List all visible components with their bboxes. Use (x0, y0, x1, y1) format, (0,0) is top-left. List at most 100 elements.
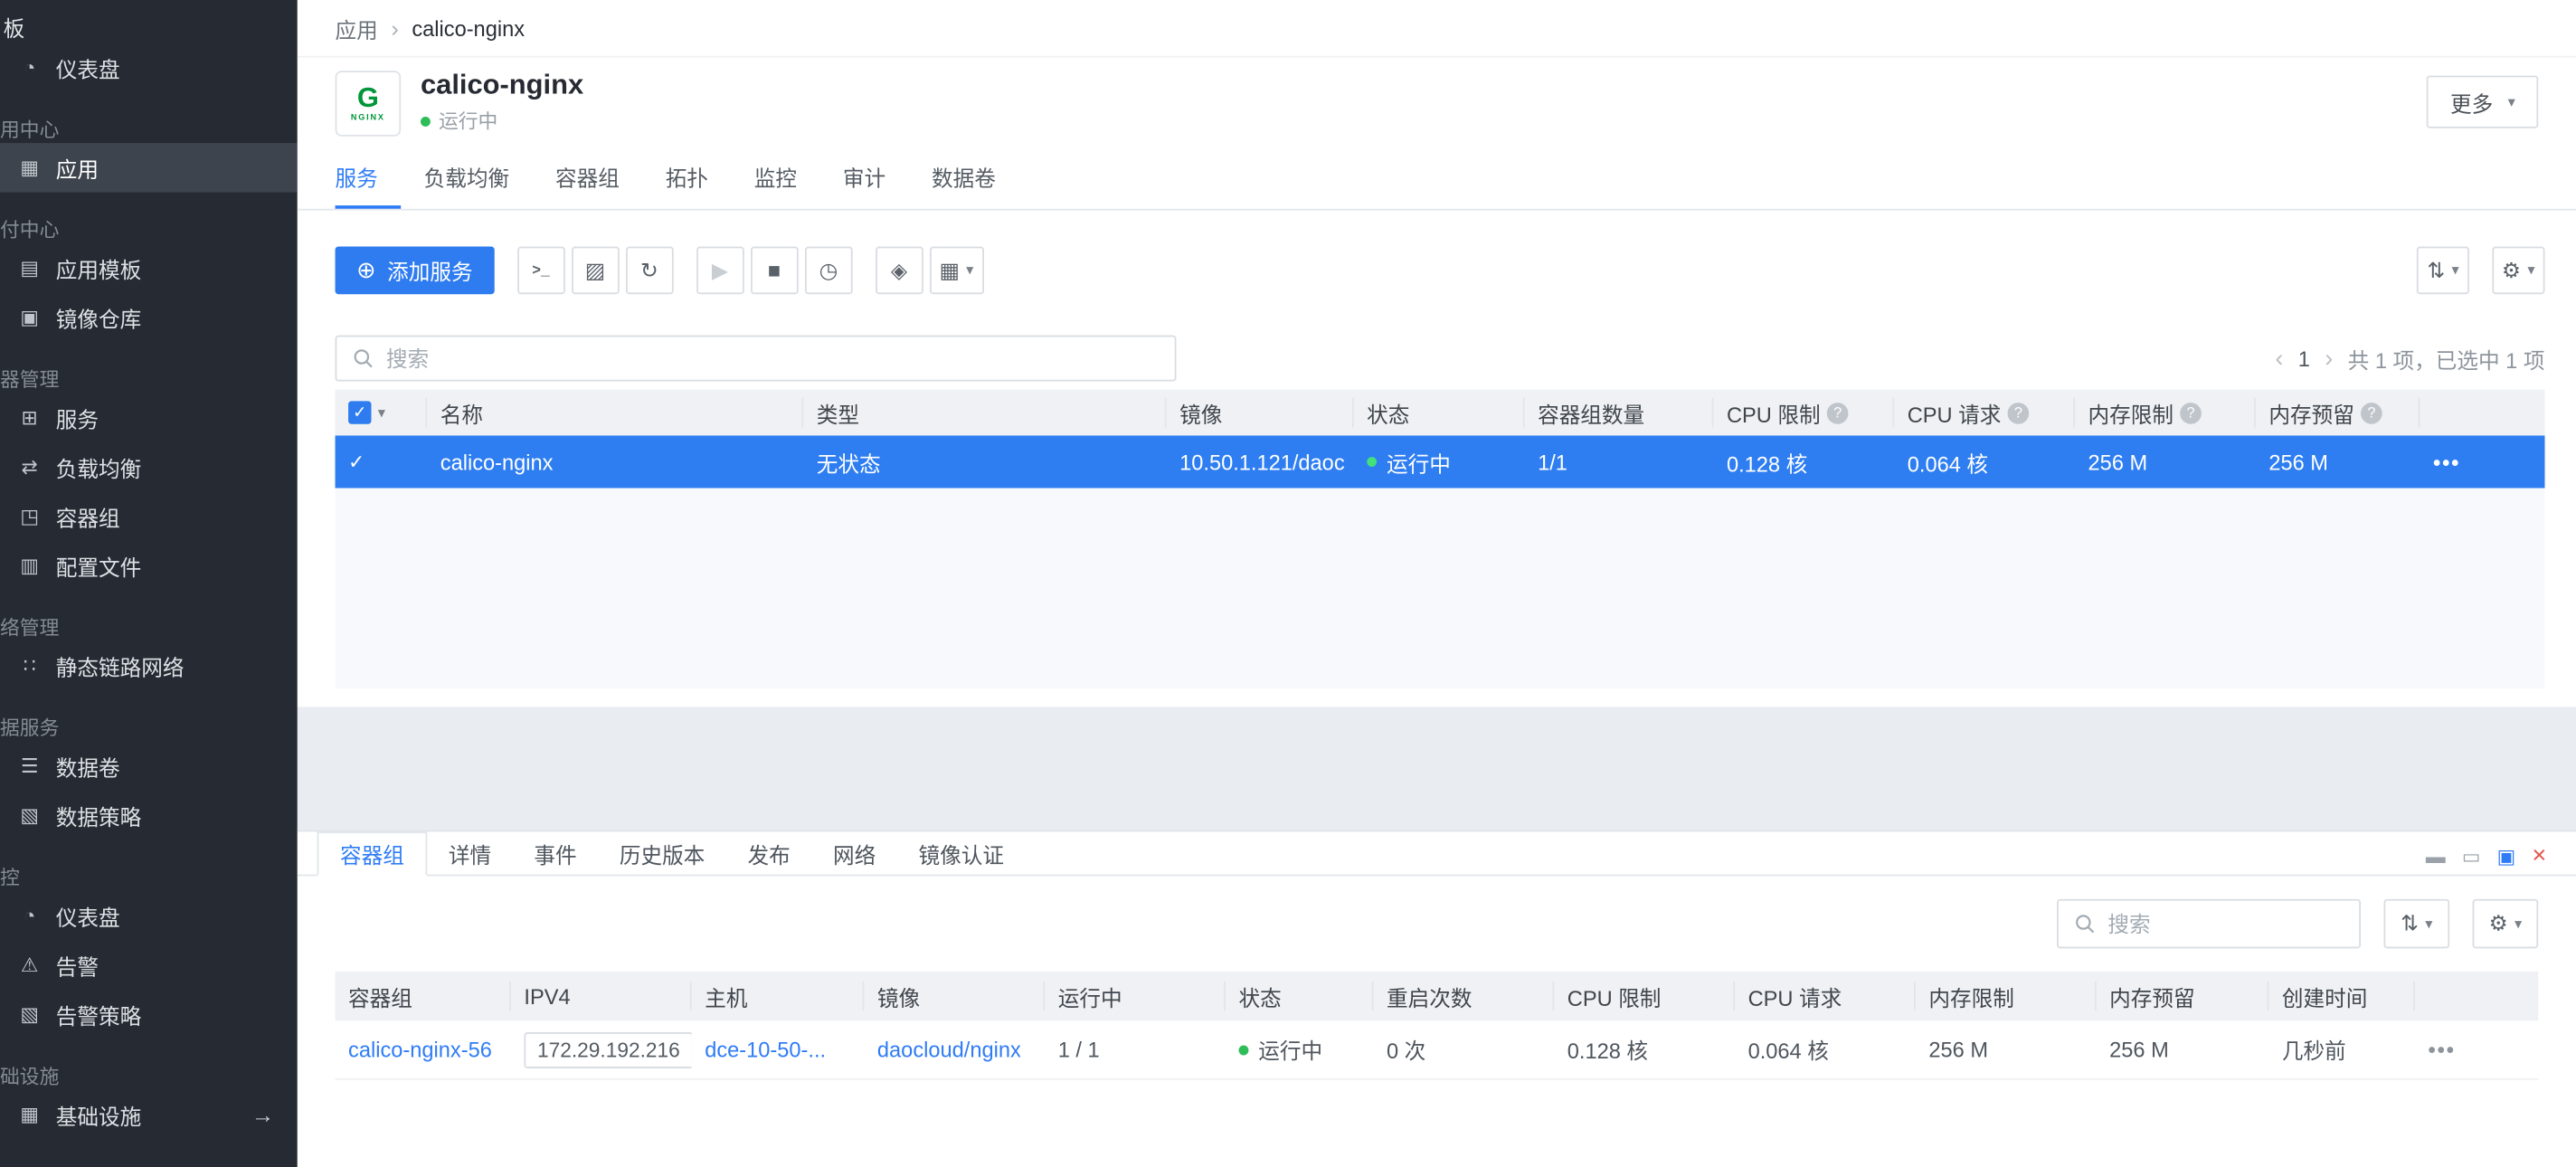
refresh-button[interactable]: ↻ (626, 247, 674, 295)
registry-icon: ▣ (16, 306, 43, 328)
detail-search-input[interactable] (2107, 911, 2344, 935)
col-mem-reserved[interactable]: 内存预留? (2256, 398, 2420, 428)
detail-tab-events[interactable]: 事件 (513, 831, 598, 874)
help-icon[interactable]: ? (2180, 402, 2202, 423)
panel-minimize-icon[interactable]: ▬ (2426, 844, 2446, 867)
sidebar-item-static-link-network[interactable]: ∷ 静态链路网络 (0, 641, 298, 691)
sidebar-item-applications[interactable]: ▦ 应用 (0, 143, 298, 193)
search-box[interactable] (336, 336, 1177, 382)
detail-tabs: 容器组 详情 事件 历史版本 发布 网络 镜像认证 (298, 831, 2576, 876)
image-link[interactable]: daocloud/nginx (877, 1037, 1021, 1061)
redeploy-button[interactable]: ◷ (805, 247, 853, 295)
col-pod-count[interactable]: 容器组数量 (1525, 398, 1714, 428)
image-button[interactable]: ▨ (572, 247, 620, 295)
ipv4-value[interactable]: 172.29.192.216 (524, 1031, 691, 1067)
sidebar-item-alerts[interactable]: ⚠ 告警 (0, 940, 298, 990)
search-input[interactable] (386, 346, 1160, 370)
sidebar-item-load-balancer[interactable]: ⇄ 负载均衡 (0, 442, 298, 492)
sidebar-item-volumes[interactable]: ☰ 数据卷 (0, 741, 298, 791)
pod-link[interactable]: calico-nginx-56 (348, 1037, 492, 1061)
tab-topology[interactable]: 拓扑 (642, 148, 731, 209)
sidebar-item-pods[interactable]: ◳ 容器组 (0, 491, 298, 541)
col-image[interactable]: 镜像 (1167, 398, 1354, 428)
tab-volumes[interactable]: 数据卷 (909, 148, 1019, 209)
col-status[interactable]: 状态 (1226, 982, 1373, 1011)
tab-services[interactable]: 服务 (336, 148, 402, 209)
row-actions-icon[interactable]: ••• (2429, 1037, 2456, 1061)
prev-page-icon[interactable]: ‹ (2275, 345, 2283, 373)
col-name[interactable]: 名称 (427, 398, 803, 428)
help-icon[interactable]: ? (2008, 402, 2030, 423)
sidebar-item-label: 镜像仓库 (56, 301, 141, 333)
col-host[interactable]: 主机 (692, 982, 865, 1011)
detail-sort-button[interactable]: ⇅ ▾ (2383, 899, 2449, 949)
cell-created: 几秒前 (2268, 1034, 2415, 1066)
col-cpu-request[interactable]: CPU 请求 (1735, 982, 1916, 1011)
sidebar-item-dashboard[interactable]: ◔ 仪表盘 (0, 43, 298, 92)
next-page-icon[interactable]: › (2325, 345, 2333, 373)
detail-tab-image-auth[interactable]: 镜像认证 (897, 831, 1026, 874)
console-button[interactable]: >_ (517, 247, 565, 295)
sidebar-item-services[interactable]: ⊞ 服务 (0, 393, 298, 442)
sidebar-item-infrastructure[interactable]: ▦ 基础设施 → (0, 1090, 298, 1140)
col-status[interactable]: 状态 (1354, 398, 1525, 428)
detail-tab-pods[interactable]: 容器组 (317, 831, 428, 876)
select-dropdown-icon[interactable]: ▾ (378, 403, 385, 422)
tab-load-balancer[interactable]: 负载均衡 (401, 148, 532, 209)
col-ipv4[interactable]: IPV4 (511, 982, 692, 1011)
detail-tab-network[interactable]: 网络 (811, 831, 896, 874)
detail-tab-details[interactable]: 详情 (427, 831, 512, 874)
columns-button[interactable]: ▦ ▾ (930, 247, 984, 295)
col-image[interactable]: 镜像 (864, 982, 1045, 1011)
col-pod[interactable]: 容器组 (336, 982, 511, 1011)
sidebar-collapse-icon[interactable]: → (251, 1101, 274, 1127)
col-type[interactable]: 类型 (803, 398, 1166, 428)
sidebar-item-monitor-dashboard[interactable]: ◔ 仪表盘 (0, 891, 298, 941)
tab-pods[interactable]: 容器组 (533, 148, 643, 209)
sort-button[interactable]: ⇅ ▾ (2418, 247, 2469, 295)
sidebar-item-alert-policy[interactable]: ▧ 告警策略 (0, 990, 298, 1039)
help-icon[interactable]: ? (1827, 402, 1849, 423)
col-cpu-request[interactable]: CPU 请求? (1894, 398, 2075, 428)
tab-audit[interactable]: 审计 (819, 148, 908, 209)
cell-restarts: 0 次 (1373, 1034, 1554, 1066)
table-row[interactable]: ✓ calico-nginx 无状态 10.50.1.121/daoc 运行中 … (336, 435, 2545, 488)
pod-row[interactable]: calico-nginx-56 172.29.192.216 dce-10-50… (336, 1020, 2539, 1079)
add-service-button[interactable]: ⊕ 添加服务 (336, 247, 495, 295)
col-mem-limit[interactable]: 内存限制 (1916, 982, 2097, 1011)
page-number[interactable]: 1 (2298, 346, 2310, 370)
detail-tab-history[interactable]: 历史版本 (598, 831, 726, 874)
col-running[interactable]: 运行中 (1045, 982, 1226, 1011)
col-restarts[interactable]: 重启次数 (1373, 982, 1554, 1011)
cell-name[interactable]: calico-nginx (427, 450, 803, 474)
sidebar-item-config-files[interactable]: ▥ 配置文件 (0, 541, 298, 591)
row-checkbox[interactable]: ✓ (348, 451, 365, 473)
tag-button[interactable]: ◈ (876, 247, 923, 295)
sidebar-item-board[interactable]: 板 (0, 0, 298, 43)
panel-maximize-icon[interactable]: ▣ (2497, 844, 2516, 867)
stop-button[interactable]: ■ (751, 247, 799, 295)
sidebar-item-app-templates[interactable]: ▤ 应用模板 (0, 243, 298, 293)
chevron-down-icon: ▾ (2451, 261, 2458, 280)
detail-search-box[interactable] (2057, 899, 2361, 949)
help-icon[interactable]: ? (2361, 402, 2382, 423)
panel-restore-icon[interactable]: ▭ (2462, 844, 2481, 867)
detail-tab-release[interactable]: 发布 (726, 831, 811, 874)
detail-settings-button[interactable]: ⚙ ▾ (2473, 899, 2539, 949)
start-button[interactable]: ▶ (696, 247, 744, 295)
row-actions-icon[interactable]: ••• (2433, 450, 2460, 474)
host-link[interactable]: dce-10-50-... (705, 1037, 826, 1061)
col-mem-reserved[interactable]: 内存预留 (2097, 982, 2269, 1011)
settings-button[interactable]: ⚙ ▾ (2492, 247, 2544, 295)
sidebar-item-image-registry[interactable]: ▣ 镜像仓库 (0, 292, 298, 342)
col-cpu-limit[interactable]: CPU 限制? (1713, 398, 1894, 428)
col-cpu-limit[interactable]: CPU 限制 (1554, 982, 1735, 1011)
panel-close-icon[interactable]: × (2532, 841, 2546, 869)
breadcrumb-parent[interactable]: 应用 (336, 13, 378, 44)
tab-monitoring[interactable]: 监控 (731, 148, 819, 209)
select-all-checkbox[interactable]: ✓ (348, 401, 371, 423)
col-created[interactable]: 创建时间 (2268, 982, 2415, 1011)
more-button[interactable]: 更多 ▾ (2428, 76, 2539, 128)
col-mem-limit[interactable]: 内存限制? (2075, 398, 2256, 428)
sidebar-item-data-policy[interactable]: ▧ 数据策略 (0, 791, 298, 840)
